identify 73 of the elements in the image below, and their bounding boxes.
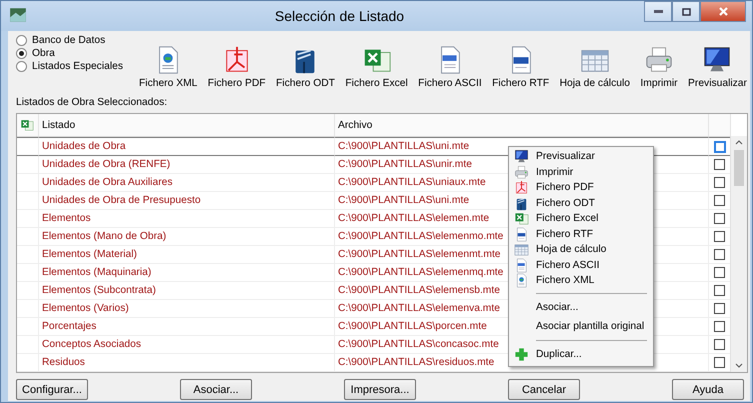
- maximize-button[interactable]: [672, 1, 700, 22]
- toolbar-button[interactable]: Fichero PDF: [206, 45, 267, 89]
- app-icon: [9, 6, 27, 24]
- checkbox[interactable]: [714, 339, 725, 350]
- listado-cell[interactable]: Elementos (Material): [39, 246, 335, 264]
- toolbar-button[interactable]: Previsualizar: [687, 45, 748, 89]
- toolbar-button[interactable]: Fichero Excel: [344, 45, 409, 89]
- scrollbar[interactable]: [730, 136, 747, 372]
- column-header[interactable]: Listado: [39, 114, 335, 137]
- minimize-icon: [654, 10, 662, 13]
- context-menu-item[interactable]: Asociar...: [511, 298, 651, 316]
- maximize-icon: [682, 8, 690, 16]
- monitor-icon: [514, 149, 528, 164]
- toolbar-button[interactable]: Fichero ODT: [275, 45, 336, 89]
- checkbox[interactable]: [714, 303, 725, 314]
- listado-cell[interactable]: Elementos (Subcontrata): [39, 282, 335, 300]
- checkbox[interactable]: [714, 249, 725, 260]
- column-header[interactable]: [17, 114, 39, 137]
- plus-icon: [514, 346, 528, 362]
- radio-label[interactable]: Listados Especiales: [32, 61, 124, 72]
- radio-button[interactable]: [16, 61, 27, 72]
- context-menu-item[interactable]: Fichero Excel: [511, 211, 651, 226]
- dialog-button[interactable]: Impresora...: [344, 379, 416, 400]
- listado-cell[interactable]: Elementos: [39, 210, 335, 228]
- checkbox[interactable]: [714, 321, 725, 332]
- row-header-cell[interactable]: [17, 137, 39, 156]
- dialog-button[interactable]: Ayuda: [672, 379, 744, 400]
- dialog-button[interactable]: Cancelar: [508, 379, 580, 400]
- radio-label[interactable]: Banco de Datos: [32, 35, 106, 46]
- radio-label[interactable]: Obra: [32, 48, 55, 59]
- checkbox[interactable]: [714, 159, 725, 170]
- close-button[interactable]: [700, 1, 746, 22]
- window-title: Selección de Listado: [274, 8, 406, 24]
- checkbox[interactable]: [714, 231, 725, 242]
- toolbar-button[interactable]: Fichero ASCII: [417, 45, 483, 89]
- toolbar-button[interactable]: Imprimir: [639, 45, 679, 89]
- radio-button[interactable]: [16, 35, 27, 46]
- listado-cell[interactable]: Residuos: [39, 354, 335, 372]
- dialog-button[interactable]: Configurar...: [16, 379, 88, 400]
- toolbar-button[interactable]: Fichero RTF: [491, 45, 550, 89]
- context-menu-item[interactable]: Fichero RTF: [511, 226, 651, 242]
- listado-cell[interactable]: Elementos (Varios): [39, 300, 335, 318]
- scroll-thumb[interactable]: [734, 150, 744, 186]
- grid-table-icon: [514, 242, 528, 258]
- checkbox[interactable]: [714, 140, 726, 152]
- listado-cell[interactable]: Unidades de Obra Auxiliares: [39, 174, 335, 192]
- minimize-button[interactable]: [644, 1, 672, 22]
- pdf-file-icon: [514, 180, 528, 196]
- checkbox[interactable]: [714, 177, 725, 188]
- list-label: Listados de Obra Seleccionados:: [16, 97, 168, 109]
- spreadsheet-file-icon: [514, 211, 528, 226]
- toolbar-button[interactable]: Hoja de cálculo: [558, 45, 631, 89]
- listado-cell[interactable]: Elementos (Maquinaria): [39, 264, 335, 282]
- listado-cell[interactable]: Unidades de Obra: [39, 137, 335, 156]
- listado-cell[interactable]: Conceptos Asociados: [39, 336, 335, 354]
- column-header[interactable]: Archivo: [335, 114, 709, 137]
- checkbox[interactable]: [714, 357, 725, 368]
- spreadsheet-file-icon: [20, 118, 34, 132]
- listado-cell[interactable]: Unidades de Obra (RENFE): [39, 156, 335, 174]
- dialog-button[interactable]: Asociar...: [180, 379, 252, 400]
- checkbox[interactable]: [714, 195, 725, 206]
- listado-cell[interactable]: Unidades de Obra de Presupuesto: [39, 192, 335, 210]
- printer-icon: [514, 164, 528, 180]
- checkbox[interactable]: [714, 267, 725, 278]
- checkbox[interactable]: [714, 213, 725, 224]
- listado-cell[interactable]: Porcentajes: [39, 318, 335, 336]
- close-icon: [718, 7, 728, 16]
- radio-button[interactable]: [16, 48, 27, 59]
- checkbox[interactable]: [714, 285, 725, 296]
- listado-cell[interactable]: Elementos (Mano de Obra): [39, 228, 335, 246]
- context-menu-item[interactable]: Fichero ODT: [511, 196, 651, 211]
- context-menu-item[interactable]: Asociar plantilla original: [511, 316, 651, 336]
- toolbar-button[interactable]: Fichero XML: [138, 45, 198, 89]
